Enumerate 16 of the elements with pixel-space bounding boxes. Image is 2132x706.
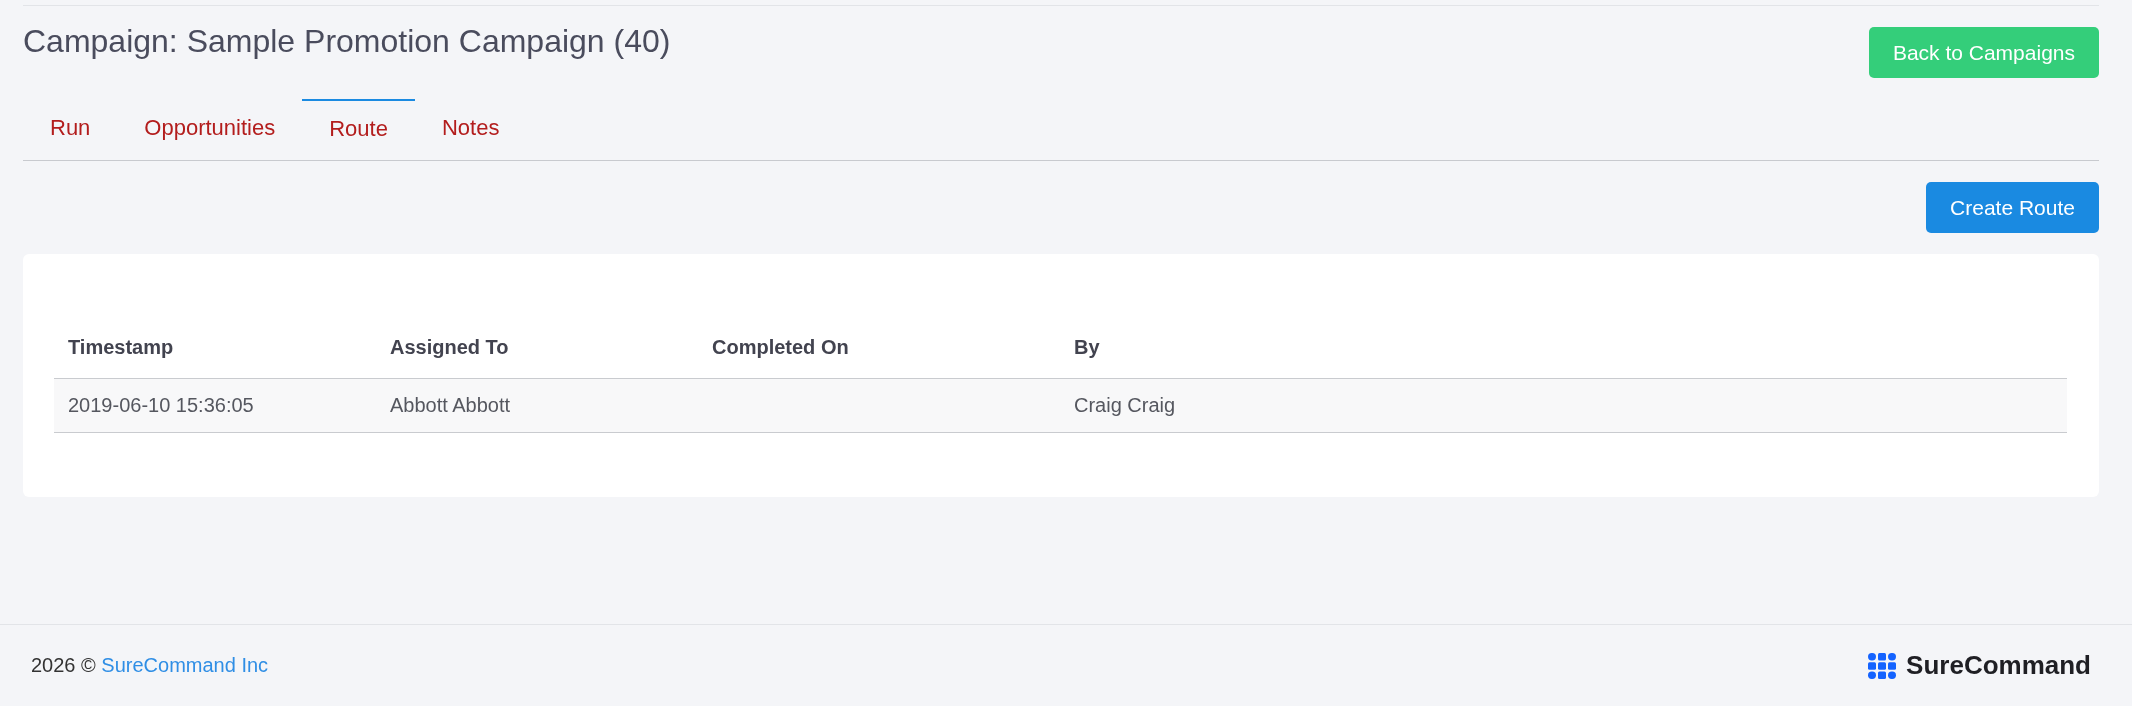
table-cell-text: Craig Craig	[1073, 393, 1177, 418]
tab[interactable]: Route	[302, 99, 415, 160]
copyright-text: 2026 © SureCommand Inc	[31, 654, 269, 677]
column-header: Completed On	[711, 335, 850, 360]
logo-icon	[1868, 652, 1897, 679]
create-route-button[interactable]: Create Route	[1926, 182, 2099, 233]
column-header: By	[1073, 335, 1101, 360]
company-link[interactable]: SureCommand Inc	[101, 654, 269, 676]
column-header: Assigned To	[389, 335, 510, 360]
tab[interactable]: Opportunities	[117, 99, 303, 160]
tab[interactable]: Run	[23, 99, 118, 160]
column-header: Timestamp	[67, 335, 175, 360]
tab[interactable]: Notes	[414, 99, 527, 160]
table-cell-text: Abbott Abbott	[389, 393, 512, 418]
table-cell-text: 2019-06-10 15:36:05	[67, 393, 255, 418]
brand-name: SureCommand	[1906, 650, 2091, 681]
